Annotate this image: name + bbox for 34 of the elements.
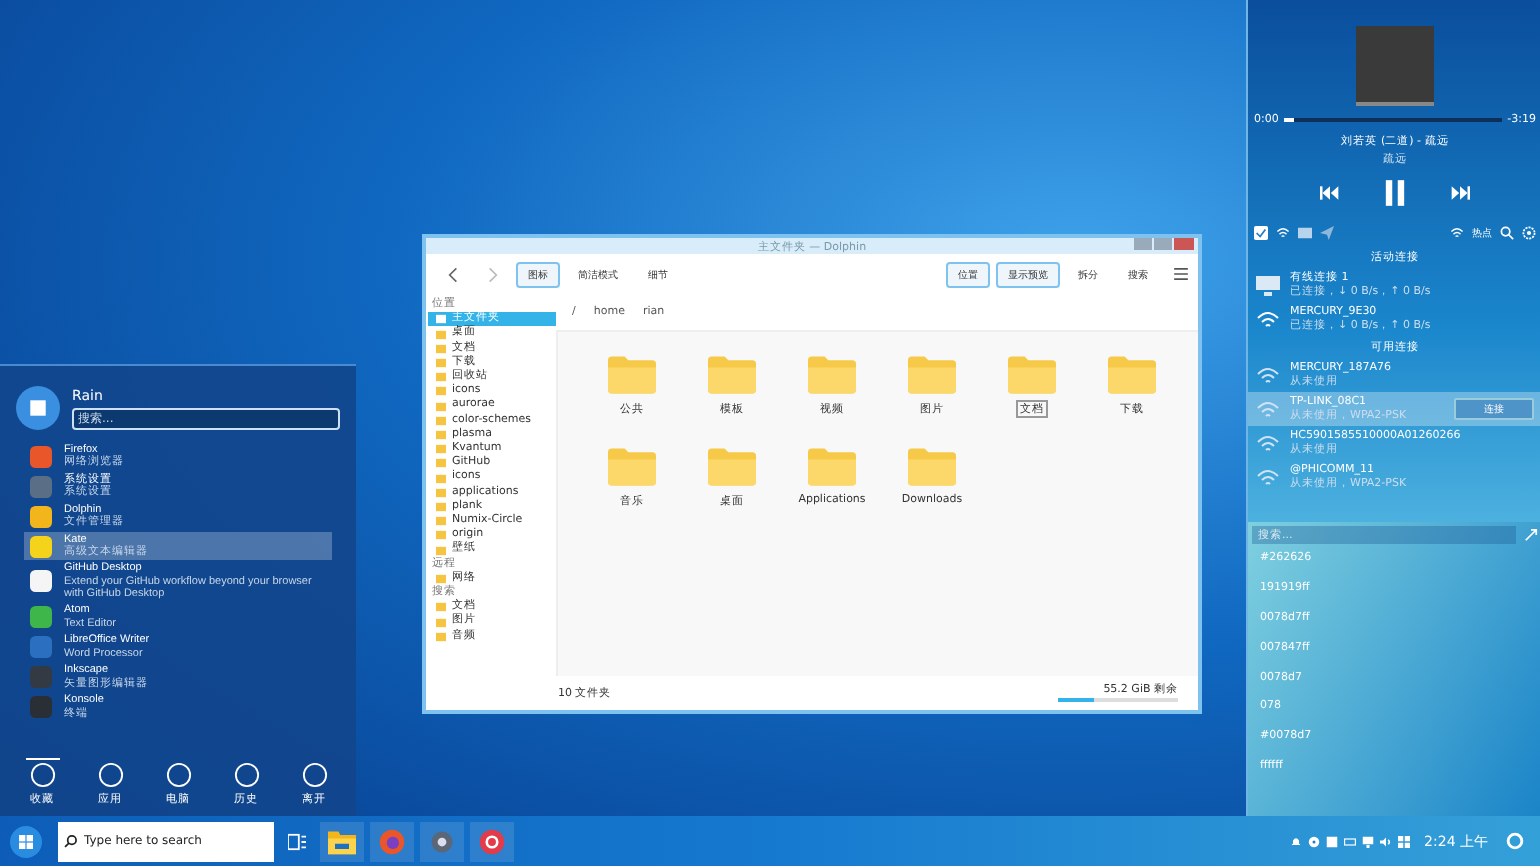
window-controls-icon[interactable] bbox=[1134, 238, 1194, 250]
monitor-icon bbox=[1256, 275, 1280, 295]
circle-icon bbox=[97, 762, 123, 788]
menu-icon[interactable] bbox=[1174, 268, 1188, 280]
avatar-icon bbox=[16, 386, 60, 430]
wifi-icon bbox=[1256, 399, 1280, 419]
music-app-icon[interactable] bbox=[470, 821, 514, 861]
keyboard-icon[interactable] bbox=[1344, 835, 1357, 847]
previous-track-icon[interactable] bbox=[1320, 186, 1340, 200]
circle-icon bbox=[165, 762, 191, 788]
next-track-icon[interactable] bbox=[1450, 186, 1470, 200]
search-icon[interactable] bbox=[1500, 226, 1514, 240]
circle-icon bbox=[233, 762, 259, 788]
circle-icon bbox=[29, 762, 55, 788]
circle-icon[interactable] bbox=[1506, 832, 1524, 850]
bell-icon[interactable] bbox=[1290, 835, 1303, 847]
wifi-icon bbox=[1256, 365, 1280, 385]
wifi-icon bbox=[1256, 467, 1280, 487]
circle-icon bbox=[301, 762, 327, 788]
volume-icon[interactable] bbox=[1380, 835, 1393, 847]
disc-icon[interactable] bbox=[1308, 835, 1321, 847]
hotspot-icon bbox=[1450, 226, 1464, 240]
airplane-icon[interactable] bbox=[1320, 226, 1334, 240]
back-icon[interactable] bbox=[448, 267, 458, 281]
album-cover-placeholder bbox=[1356, 26, 1434, 106]
grid-icon[interactable] bbox=[1398, 835, 1411, 847]
start-button-icon[interactable] bbox=[10, 825, 42, 857]
checkbox-icon[interactable] bbox=[1254, 226, 1268, 240]
wifi-icon bbox=[1256, 433, 1280, 453]
wifi-icon bbox=[1256, 309, 1280, 329]
pause-icon[interactable] bbox=[1384, 180, 1406, 206]
settings-icon[interactable] bbox=[1522, 226, 1536, 240]
gear-icon[interactable] bbox=[420, 821, 464, 861]
wifi-icon[interactable] bbox=[1276, 226, 1290, 240]
